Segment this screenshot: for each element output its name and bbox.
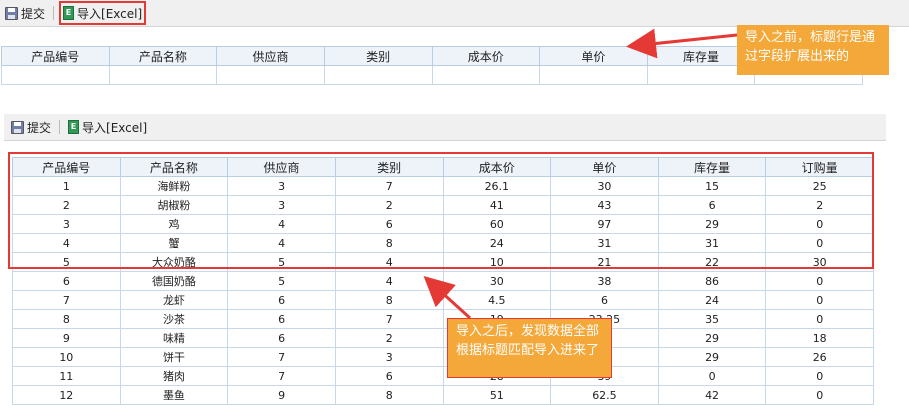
arrow-to-imported-rows xyxy=(423,275,472,320)
arrow-to-top-header xyxy=(626,28,738,59)
annotation-arrows xyxy=(423,28,738,320)
